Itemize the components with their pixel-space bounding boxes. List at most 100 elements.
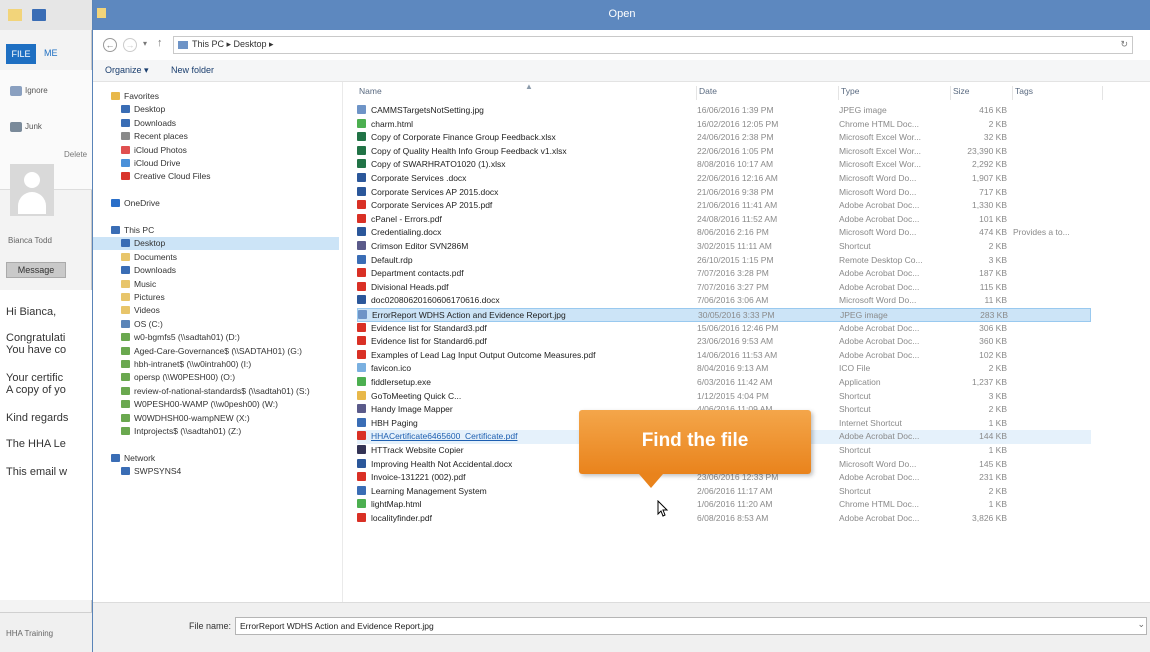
column-header-type[interactable]: Type (839, 86, 951, 100)
recent-locations-dropdown[interactable]: ▾ (143, 39, 147, 48)
nav-item[interactable]: review-of-national-standards$ (\\sadtah0… (93, 385, 339, 398)
file-row[interactable]: favicon.ico 8/04/2016 9:13 AM ICO File 2 KB (357, 362, 1091, 376)
nav-item[interactable]: Desktop (93, 237, 339, 251)
nav-item[interactable]: hbh-intranet$ (\\w0intrah00) (I:) (93, 358, 339, 371)
column-header-tags[interactable]: Tags (1013, 86, 1103, 100)
file-size: 144 KB (979, 431, 1007, 442)
nav-item[interactable]: Creative Cloud Files (93, 170, 339, 183)
nav-item[interactable]: Desktop (93, 103, 339, 116)
file-row[interactable]: Corporate Services AP 2015.docx 21/06/201… (357, 186, 1091, 200)
organize-button[interactable]: Organize ▾ (105, 65, 149, 76)
file-row[interactable]: lightMap.html 1/06/2016 11:20 AM Chrome HT… (357, 498, 1091, 512)
save-icon[interactable] (32, 9, 46, 21)
nav-item[interactable]: w0-bgmfs5 (\\sadtah01) (D:) (93, 331, 339, 344)
nav-item-label: review-of-national-standards$ (\\sadtah0… (134, 385, 310, 396)
outlook-footer: HHA Training (0, 612, 92, 652)
file-size: 2 KB (988, 363, 1007, 374)
breadcrumb[interactable]: This PC ▸ Desktop ▸ (192, 39, 274, 50)
file-name: charm.html (371, 118, 414, 129)
message-tab[interactable]: Message (6, 262, 66, 278)
file-tab[interactable]: FILE (6, 44, 36, 64)
forward-button[interactable]: → (123, 38, 137, 52)
up-arrow-icon[interactable]: ↑ (157, 37, 163, 49)
nav-item[interactable]: Pictures (93, 291, 339, 304)
file-date: 7/07/2016 3:28 PM (697, 268, 769, 279)
file-row[interactable]: doc02080620160606170616.docx 7/06/2016 3:… (357, 294, 1091, 308)
email-line: Your certific (6, 372, 64, 384)
nav-item[interactable]: Favorites (93, 90, 339, 103)
file-row[interactable]: CAMMSTargetsNotSetting.jpg 16/06/2016 1:3… (357, 104, 1091, 118)
file-size: 1,330 KB (972, 200, 1007, 211)
file-row[interactable]: Corporate Services AP 2015.pdf 21/06/2016… (357, 199, 1091, 213)
nav-item[interactable]: Recent places (93, 130, 339, 143)
ignore-icon (10, 86, 22, 96)
nav-item[interactable]: Aged-Care-Governance$ (\\SADTAH01) (G:) (93, 345, 339, 358)
file-row[interactable]: Divisional Heads.pdf 7/07/2016 3:27 PM Ado… (357, 281, 1091, 295)
delete-button[interactable]: Delete (64, 150, 87, 159)
nav-item[interactable]: SWPSYNS4 (93, 465, 339, 478)
file-name-cell: fiddlersetup.exe (357, 376, 687, 390)
nav-item[interactable]: Network (93, 452, 339, 465)
file-name: Evidence list for Standard3.pdf (371, 322, 487, 333)
nav-item[interactable]: W0PESH00-WAMP (\\w0pesh00) (W:) (93, 398, 339, 411)
nav-item[interactable]: iCloud Photos (93, 144, 339, 157)
column-headers: Name ▲ Date Type Size Tags (357, 82, 1150, 100)
address-bar[interactable]: This PC ▸ Desktop ▸ ↻ (173, 36, 1133, 54)
folder-icon (121, 239, 130, 248)
file-row[interactable]: Copy of Corporate Finance Group Feedback… (357, 131, 1091, 145)
nav-item[interactable]: Music (93, 278, 339, 291)
file-name-cell: Crimson Editor SVN286M (357, 240, 687, 254)
nav-item[interactable]: Downloads (93, 264, 339, 277)
file-row[interactable]: Learning Management System 2/06/2016 11:1… (357, 485, 1091, 499)
nav-item[interactable]: W0WDHSH00-wampNEW (X:) (93, 412, 339, 425)
file-row[interactable]: Credentialing.docx 8/06/2016 2:16 PM Micro… (357, 226, 1091, 240)
file-row[interactable]: Department contacts.pdf 7/07/2016 3:28 PM… (357, 267, 1091, 281)
ignore-button[interactable]: Ignore (10, 86, 48, 96)
nav-item[interactable]: opersp (\\W0PESH00) (O:) (93, 371, 339, 384)
filename-dropdown-icon[interactable]: ⌄ (1137, 619, 1145, 630)
file-type: ICO File (839, 363, 871, 374)
file-row[interactable]: fiddlersetup.exe 6/03/2016 11:42 AM Applic… (357, 376, 1091, 390)
file-row[interactable]: Corporate Services .docx 22/06/2016 12:16… (357, 172, 1091, 186)
new-folder-button[interactable]: New folder (171, 65, 214, 75)
nav-item[interactable]: OS (C:) (93, 318, 339, 331)
file-type-icon (357, 377, 366, 386)
file-name: GoToMeeting Quick C... (371, 390, 462, 401)
file-row[interactable]: localityfinder.pdf 6/08/2016 8:53 AM Adobe… (357, 512, 1091, 526)
file-row[interactable]: ErrorReport WDHS Action and Evidence Rep… (357, 308, 1091, 322)
file-row[interactable]: Evidence list for Standard6.pdf 23/06/201… (357, 335, 1091, 349)
back-button[interactable]: ← (103, 38, 117, 52)
column-header-date[interactable]: Date (697, 86, 839, 100)
file-row[interactable]: Default.rdp 26/10/2015 1:15 PM Remote Desk… (357, 254, 1091, 268)
nav-item[interactable]: iCloud Drive (93, 157, 339, 170)
file-size: 306 KB (979, 322, 1007, 333)
file-name-cell: charm.html (357, 118, 687, 132)
nav-item[interactable]: Documents (93, 251, 339, 264)
file-name: ErrorReport WDHS Action and Evidence Rep… (372, 310, 566, 320)
filename-row: File name: ErrorReport WDHS Action and E… (93, 602, 1150, 652)
file-row[interactable]: Examples of Lead Lag Input Output Outcom… (357, 349, 1091, 363)
nav-item[interactable]: Downloads (93, 117, 339, 130)
refresh-icon[interactable]: ↻ (1120, 39, 1128, 50)
file-row[interactable]: Crimson Editor SVN286M 3/02/2015 11:11 AM… (357, 240, 1091, 254)
folder-icon (121, 413, 130, 422)
junk-button[interactable]: Junk (10, 122, 42, 132)
file-row[interactable]: cPanel - Errors.pdf 24/08/2016 11:52 AM Ad… (357, 213, 1091, 227)
nav-item[interactable]: Intprojects$ (\\sadtah01) (Z:) (93, 425, 339, 438)
nav-item[interactable]: Videos (93, 304, 339, 317)
filename-input[interactable]: ErrorReport WDHS Action and Evidence Rep… (235, 617, 1147, 635)
message-ribbon-tab[interactable]: ME (44, 48, 58, 58)
file-row[interactable]: charm.html 16/02/2016 12:05 PM Chrome HTML… (357, 118, 1091, 132)
nav-item[interactable]: OneDrive (93, 197, 339, 210)
file-row[interactable]: Copy of SWARHRATO1020 (1).xlsx 8/08/2016 … (357, 158, 1091, 172)
file-name: Corporate Services AP 2015.pdf (371, 200, 493, 211)
nav-item[interactable]: This PC (93, 224, 339, 237)
file-size: 32 KB (983, 132, 1007, 143)
file-date: 21/06/2016 9:38 PM (697, 186, 774, 197)
file-row[interactable]: Evidence list for Standard3.pdf 15/06/201… (357, 322, 1091, 336)
file-row[interactable]: Copy of Quality Health Info Group Feedba… (357, 145, 1091, 159)
file-size: 360 KB (979, 336, 1007, 347)
file-type: Application (839, 377, 881, 387)
file-row[interactable]: GoToMeeting Quick C... 1/12/2015 4:04 PM S… (357, 390, 1091, 404)
column-header-size[interactable]: Size (951, 86, 1013, 100)
